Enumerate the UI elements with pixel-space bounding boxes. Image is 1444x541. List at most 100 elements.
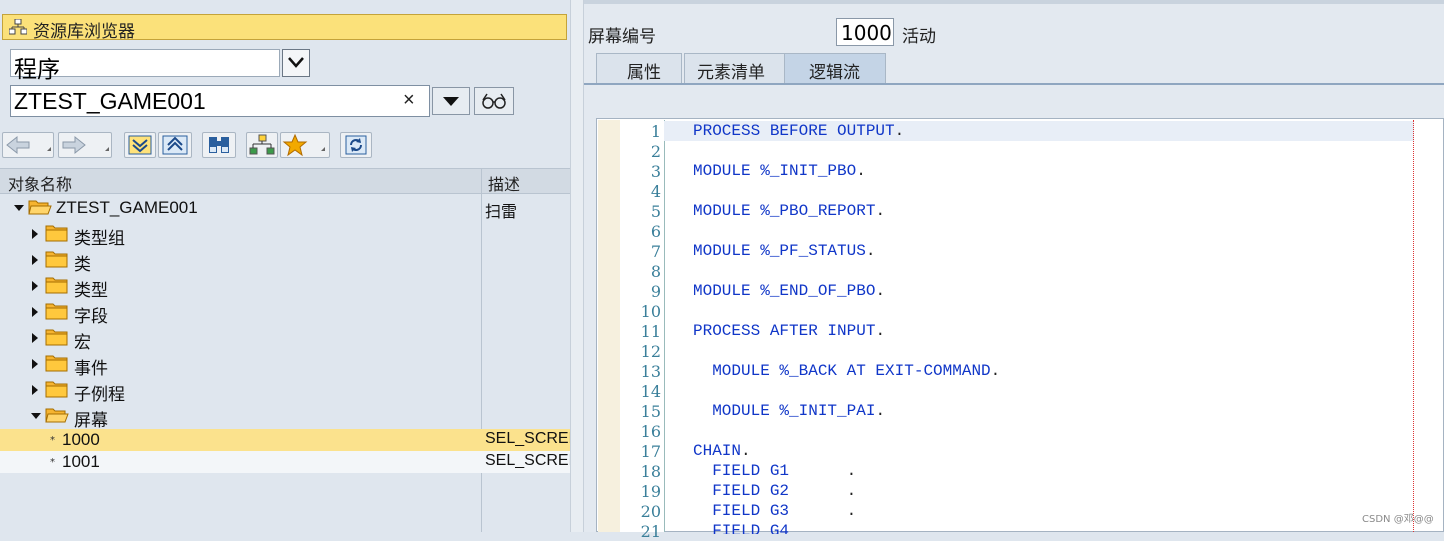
column-header-object-name[interactable]: 对象名称 [8, 171, 72, 195]
status-text: 活动 [902, 27, 936, 47]
code-line[interactable]: MODULE %_PBO_REPORT. [693, 202, 885, 220]
column-header-description[interactable]: 描述 [488, 171, 520, 195]
line-number: 9 [650, 282, 661, 301]
code-period: . [875, 202, 886, 220]
back-button[interactable] [2, 132, 54, 158]
chevron-down-icon [288, 57, 304, 68]
expand-arrow-icon[interactable] [32, 307, 38, 317]
object-name-value: ZTEST_GAME001 [14, 88, 206, 114]
tab-attributes[interactable]: 属性 [596, 53, 682, 83]
code-line[interactable]: FIELD G4 [693, 522, 789, 534]
tab-element-list[interactable]: 元素清单 [684, 53, 794, 83]
editor-gutter [598, 120, 620, 532]
tree-node-events[interactable]: 事件 [0, 351, 570, 379]
bullet-icon: * [50, 435, 55, 446]
triangle-down-icon [443, 97, 459, 106]
repository-browser-title-bar[interactable]: 资源库浏览器 [2, 14, 567, 42]
code-line[interactable]: MODULE %_BACK AT EXIT-COMMAND. [693, 362, 1000, 380]
expand-arrow-icon[interactable] [32, 359, 38, 369]
tree-leaf-screen-1001[interactable]: * 1001 SEL_SCREE [0, 451, 570, 473]
object-type-dropdown-button[interactable] [282, 49, 310, 77]
arrow-right-icon [62, 135, 109, 155]
bullet-icon: * [50, 457, 55, 468]
tree-node-types[interactable]: 类型 [0, 273, 570, 301]
clear-icon[interactable]: × [403, 89, 415, 112]
code-period: . [846, 462, 857, 480]
code-period: . [894, 122, 905, 140]
code-line[interactable]: MODULE %_INIT_PAI. [693, 402, 885, 420]
screen-description: SEL_SCREE [485, 430, 570, 447]
code-line[interactable]: MODULE %_INIT_PBO. [693, 162, 866, 180]
folder-icon [45, 355, 68, 372]
expand-arrow-icon[interactable] [32, 281, 38, 291]
code-period: . [990, 362, 1001, 380]
tree-node-screens[interactable]: 屏幕 [0, 403, 570, 431]
code-period: . [856, 162, 866, 180]
collapse-all-button[interactable] [158, 132, 192, 158]
code-line[interactable]: MODULE %_END_OF_PBO. [693, 282, 885, 300]
tree-node-classes[interactable]: 类 [0, 247, 570, 275]
object-name-input[interactable]: ZTEST_GAME001 × [10, 85, 430, 117]
screen-number-field[interactable]: 1000 [836, 18, 894, 46]
folder-icon [45, 277, 68, 294]
object-tree: ZTEST_GAME001 扫雷 类型组 类 类型 字段 宏 事件 子例程 屏幕… [0, 195, 570, 532]
code-line[interactable]: FIELD G1 . [693, 462, 856, 480]
refresh-button[interactable] [340, 132, 372, 158]
code-text: MODULE %_BACK AT EXIT-COMMAND [693, 362, 991, 380]
tree-root-label: ZTEST_GAME001 [56, 198, 198, 217]
display-button[interactable] [474, 87, 514, 115]
line-number: 13 [640, 362, 661, 381]
folder-icon [45, 251, 68, 268]
tab-label: 逻辑流 [809, 63, 860, 83]
collapse-arrow-icon[interactable] [31, 413, 41, 419]
code-line[interactable]: FIELD G2 . [693, 482, 856, 500]
find-button[interactable] [202, 132, 236, 158]
code-line[interactable]: PROCESS BEFORE OUTPUT. [693, 122, 904, 140]
star-icon [282, 133, 325, 157]
hierarchy-icon [9, 19, 27, 35]
line-number: 11 [640, 322, 661, 341]
tree-structure-icon [249, 134, 275, 155]
collapse-arrow-icon[interactable] [14, 205, 24, 211]
expand-arrow-icon[interactable] [32, 333, 38, 343]
code-line[interactable]: FIELD G3 . [693, 502, 856, 520]
top-border [584, 0, 1444, 4]
tab-flow-logic[interactable]: 逻辑流 [784, 53, 886, 83]
folder-icon [45, 303, 68, 320]
tab-strip-border [584, 83, 1444, 85]
code-text: MODULE %_PF_STATUS [693, 242, 866, 260]
tree-root-node[interactable]: ZTEST_GAME001 扫雷 [0, 195, 570, 221]
object-name-history-button[interactable] [432, 87, 470, 115]
code-line[interactable]: CHAIN. [693, 442, 751, 460]
line-number: 15 [640, 402, 661, 421]
screen-number: 1000 [62, 430, 100, 449]
navigation-toolbar [0, 130, 570, 162]
tree-node-subroutines[interactable]: 子例程 [0, 377, 570, 405]
tree-node-label: 宏 [74, 333, 91, 353]
code-text: MODULE %_INIT_PBO [693, 162, 857, 180]
tree-node-fields[interactable]: 字段 [0, 299, 570, 327]
expand-arrow-icon[interactable] [32, 255, 38, 265]
screen-number: 1001 [62, 452, 100, 471]
code-text: FIELD G2 [693, 482, 847, 500]
tree-leaf-screen-1000[interactable]: * 1000 SEL_SCREE [0, 429, 570, 451]
tree-node-macros[interactable]: 宏 [0, 325, 570, 353]
expand-all-button[interactable] [124, 132, 156, 158]
code-period: . [846, 502, 857, 520]
favorites-button[interactable] [280, 132, 330, 158]
tree-node-label: 屏幕 [74, 411, 108, 431]
code-line[interactable]: PROCESS AFTER INPUT. [693, 322, 885, 340]
arrow-left-icon [6, 135, 51, 155]
refresh-icon [345, 135, 367, 155]
object-type-select[interactable]: 程序 [10, 49, 280, 83]
expand-arrow-icon[interactable] [32, 385, 38, 395]
tree-node-label: 字段 [74, 307, 108, 327]
expand-arrow-icon[interactable] [32, 229, 38, 239]
pane-splitter[interactable] [570, 0, 584, 532]
code-text: MODULE %_INIT_PAI [693, 402, 876, 420]
forward-button[interactable] [58, 132, 112, 158]
tree-node-type-groups[interactable]: 类型组 [0, 221, 570, 249]
hierarchy-button[interactable] [246, 132, 278, 158]
code-line[interactable]: MODULE %_PF_STATUS. [693, 242, 875, 260]
code-period: . [875, 322, 886, 340]
